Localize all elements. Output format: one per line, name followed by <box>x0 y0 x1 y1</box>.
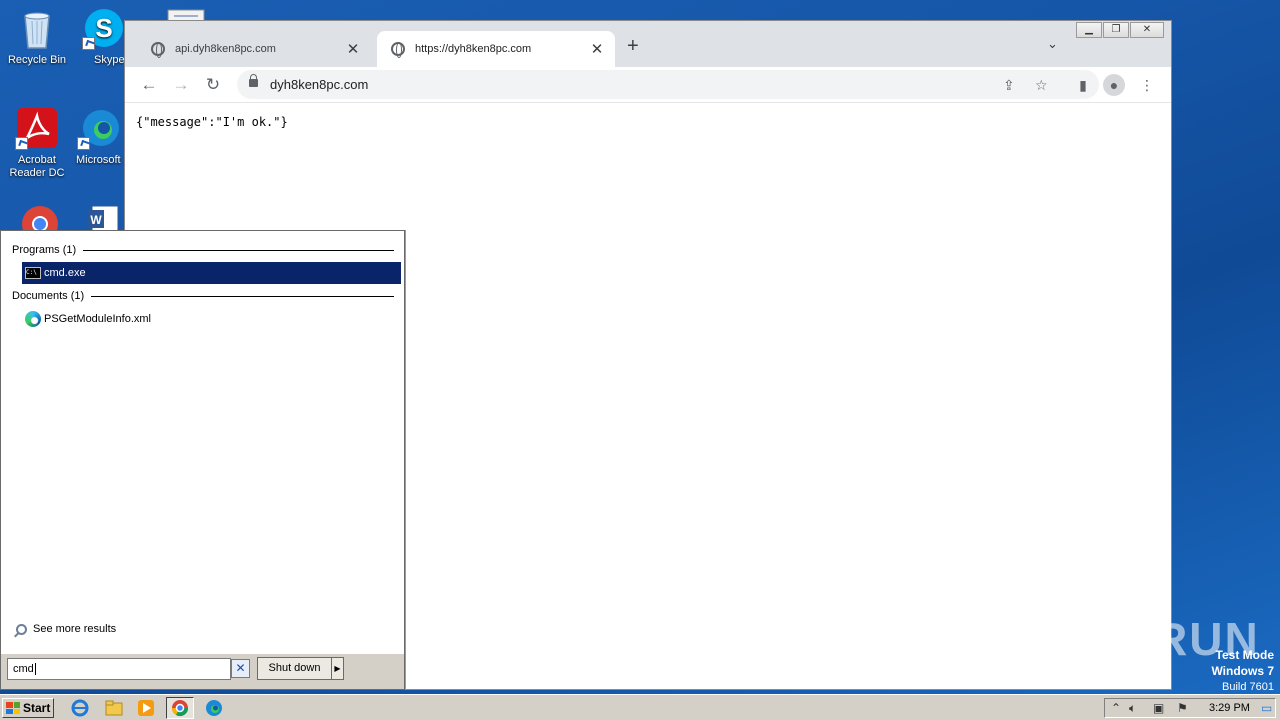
result-psgetmoduleinfo[interactable]: PSGetModuleInfo.xml <box>22 308 401 330</box>
edge-file-icon <box>25 311 41 327</box>
cmd-icon: C:\ <box>25 267 41 279</box>
profile-avatar-icon[interactable]: ● <box>1103 74 1127 98</box>
start-menu-bottom: cmd ✕ Shut down ▶ <box>1 653 404 689</box>
file-desktop-icon[interactable] <box>164 6 210 20</box>
result-label: PSGetModuleInfo.xml <box>44 313 151 325</box>
bookmark-star-icon[interactable]: ☆ <box>1035 77 1048 94</box>
start-menu: Programs (1) C:\ cmd.exe Documents (1) P… <box>0 230 405 690</box>
shortcut-arrow-icon <box>77 137 90 150</box>
json-response: {"message":"I'm ok."} <box>136 115 288 129</box>
desktop-icon-label: Recycle Bin <box>7 54 67 66</box>
close-window-button[interactable]: ✕ <box>1130 22 1164 38</box>
shutdown-options-arrow-icon[interactable]: ▶ <box>331 657 344 680</box>
search-results: Programs (1) C:\ cmd.exe Documents (1) P… <box>5 235 401 655</box>
desktop-icon-edge[interactable]: Microsoft <box>74 106 124 167</box>
minimize-button[interactable]: ▁ <box>1076 22 1102 38</box>
skype-icon: S <box>82 6 126 50</box>
desktop-icon-acrobat[interactable]: Acrobat Reader DC <box>0 106 74 180</box>
tab-strip: api.dyh8ken8pc.com ✕ https://dyh8ken8pc.… <box>125 21 1171 67</box>
desktop-icon-label: Microsoft <box>76 154 121 166</box>
forward-arrow-icon[interactable]: → <box>169 73 193 97</box>
edge-taskbar-icon[interactable] <box>202 697 226 719</box>
documents-group-header: Documents (1) <box>12 289 394 303</box>
result-cmd[interactable]: C:\ cmd.exe <box>22 262 401 284</box>
shortcut-arrow-icon <box>15 137 28 150</box>
start-search-input[interactable]: cmd <box>7 658 231 680</box>
address-text[interactable]: dyh8ken8pc.com <box>270 77 368 92</box>
taskbar: Start ⌃ 🔈︎ ▣ ⚑ 3:29 PM ▭ <box>0 694 1280 720</box>
ie-taskbar-icon[interactable] <box>68 697 92 719</box>
explorer-taskbar-icon[interactable] <box>102 697 126 719</box>
svg-text:S: S <box>95 13 112 43</box>
acrobat-icon <box>15 106 59 150</box>
see-more-results-link[interactable]: See more results <box>16 623 116 635</box>
edge-icon <box>77 106 121 150</box>
desktop-icon-recycle-bin[interactable]: Recycle Bin <box>0 6 74 67</box>
test-mode-notice: Test Mode Windows 7 Build 7601 <box>1211 648 1274 695</box>
desktop-icon-label: Acrobat Reader DC <box>9 154 65 179</box>
result-label: cmd.exe <box>44 267 86 279</box>
test-mode-label: Test Mode <box>1215 648 1274 662</box>
reload-icon[interactable]: ↻ <box>201 73 225 97</box>
lock-icon[interactable] <box>249 74 258 87</box>
media-player-taskbar-icon[interactable] <box>134 697 158 719</box>
window-controls: ▁ ❐ ✕ <box>1075 22 1164 40</box>
divider <box>91 295 394 297</box>
new-tab-button[interactable]: + <box>627 35 639 58</box>
os-label: Windows 7 <box>1211 664 1274 678</box>
tab-title: https://dyh8ken8pc.com <box>415 43 532 55</box>
menu-kebab-icon[interactable]: ⋮ <box>1135 73 1159 97</box>
side-panel-icon[interactable]: ▮ <box>1071 73 1095 97</box>
globe-icon <box>151 42 165 58</box>
clear-search-icon[interactable]: ✕ <box>231 659 250 678</box>
close-tab-icon[interactable]: ✕ <box>589 40 605 58</box>
clock[interactable]: 3:29 PM <box>1209 702 1250 714</box>
magnifier-icon <box>16 623 27 635</box>
network-icon[interactable]: ▣ <box>1153 701 1164 715</box>
start-button[interactable]: Start <box>2 698 54 718</box>
group-title: Programs (1) <box>12 244 77 256</box>
tab-api[interactable]: api.dyh8ken8pc.com ✕ <box>137 31 371 67</box>
globe-icon <box>391 42 405 58</box>
shutdown-button[interactable]: Shut down <box>257 657 332 680</box>
tab-title: api.dyh8ken8pc.com <box>175 43 276 55</box>
action-center-flag-icon[interactable]: ⚑ <box>1177 701 1188 715</box>
close-tab-icon[interactable]: ✕ <box>345 40 361 58</box>
chrome-taskbar-icon[interactable] <box>166 697 194 719</box>
show-desktop-icon[interactable]: ▭ <box>1261 701 1272 715</box>
browser-toolbar: ← → ↻ dyh8ken8pc.com ⇪ ☆ ▮ ● ⋮ <box>125 67 1171 103</box>
recycle-bin-icon <box>15 6 59 50</box>
volume-icon[interactable]: 🔈︎ <box>1129 701 1136 716</box>
group-title: Documents (1) <box>12 290 85 302</box>
back-arrow-icon[interactable]: ← <box>137 73 161 97</box>
share-icon[interactable]: ⇪ <box>1003 77 1015 94</box>
divider <box>83 249 394 251</box>
restore-button[interactable]: ❐ <box>1103 22 1129 38</box>
tab-search-chevron-icon[interactable]: ⌄ <box>1047 36 1058 52</box>
start-label: Start <box>23 701 51 715</box>
build-label: Build 7601 <box>1222 681 1274 693</box>
show-hidden-icons-arrow-icon[interactable]: ⌃ <box>1111 701 1121 715</box>
word-desktop-icon[interactable]: W <box>88 204 122 230</box>
search-value: cmd <box>13 663 34 675</box>
shortcut-arrow-icon <box>82 37 95 50</box>
programs-group-header: Programs (1) <box>12 243 394 257</box>
system-tray: ⌃ 🔈︎ ▣ ⚑ 3:29 PM ▭ <box>1104 698 1276 718</box>
chrome-desktop-icon[interactable] <box>20 204 60 230</box>
tab-main[interactable]: https://dyh8ken8pc.com ✕ <box>377 31 615 67</box>
address-bar[interactable]: dyh8ken8pc.com ⇪ ☆ <box>237 70 1099 99</box>
see-more-label: See more results <box>33 623 117 635</box>
windows-flag-icon <box>6 702 20 714</box>
svg-text:W: W <box>90 213 102 227</box>
